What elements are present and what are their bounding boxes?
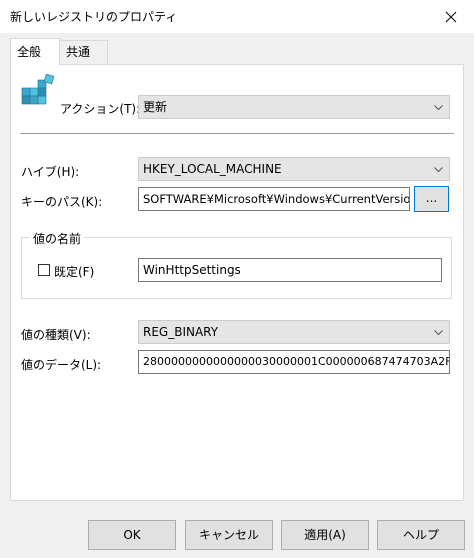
- value-type-dropdown-value: REG_BINARY: [143, 325, 219, 339]
- cancel-button[interactable]: キャンセル: [185, 520, 273, 550]
- action-label: アクション(T):: [60, 102, 141, 116]
- close-button[interactable]: [428, 0, 474, 33]
- hive-label: ハイブ(H):: [21, 165, 80, 179]
- value-type-dropdown[interactable]: REG_BINARY: [138, 320, 450, 344]
- title-bar: 新しいレジストリのプロパティ: [0, 0, 474, 33]
- ok-button[interactable]: OK: [88, 520, 176, 550]
- action-dropdown[interactable]: 更新: [138, 95, 450, 119]
- apply-button[interactable]: 適用(A): [281, 520, 369, 550]
- value-name-input[interactable]: WinHttpSettings: [138, 258, 442, 282]
- key-path-label: キーのパス(K):: [21, 195, 103, 209]
- chevron-down-icon: [433, 96, 443, 118]
- registry-icon: [20, 73, 56, 110]
- action-dropdown-value: 更新: [143, 100, 168, 114]
- tab-common[interactable]: 共通: [59, 40, 108, 64]
- help-button[interactable]: ヘルプ: [377, 520, 465, 550]
- value-name-group-title: 値の名前: [30, 230, 85, 247]
- close-icon: [445, 11, 457, 22]
- default-checkbox[interactable]: [38, 264, 50, 276]
- separator: [20, 133, 454, 134]
- chevron-down-icon: [433, 321, 443, 343]
- value-data-input[interactable]: 2800000000000000030000001C00000068747470…: [138, 350, 450, 374]
- value-data-label: 値のデータ(L):: [21, 358, 102, 372]
- default-checkbox-label: 既定(F): [54, 265, 95, 279]
- browse-button[interactable]: ...: [414, 186, 449, 212]
- hive-dropdown-value: HKEY_LOCAL_MACHINE: [143, 162, 282, 176]
- key-path-input[interactable]: SOFTWARE¥Microsoft¥Windows¥CurrentVersio…: [138, 187, 410, 211]
- window-title: 新しいレジストリのプロパティ: [10, 10, 178, 24]
- value-type-label: 値の種類(V):: [21, 328, 91, 342]
- hive-dropdown[interactable]: HKEY_LOCAL_MACHINE: [138, 157, 450, 181]
- tab-general[interactable]: 全般: [10, 38, 60, 65]
- chevron-down-icon: [433, 158, 443, 180]
